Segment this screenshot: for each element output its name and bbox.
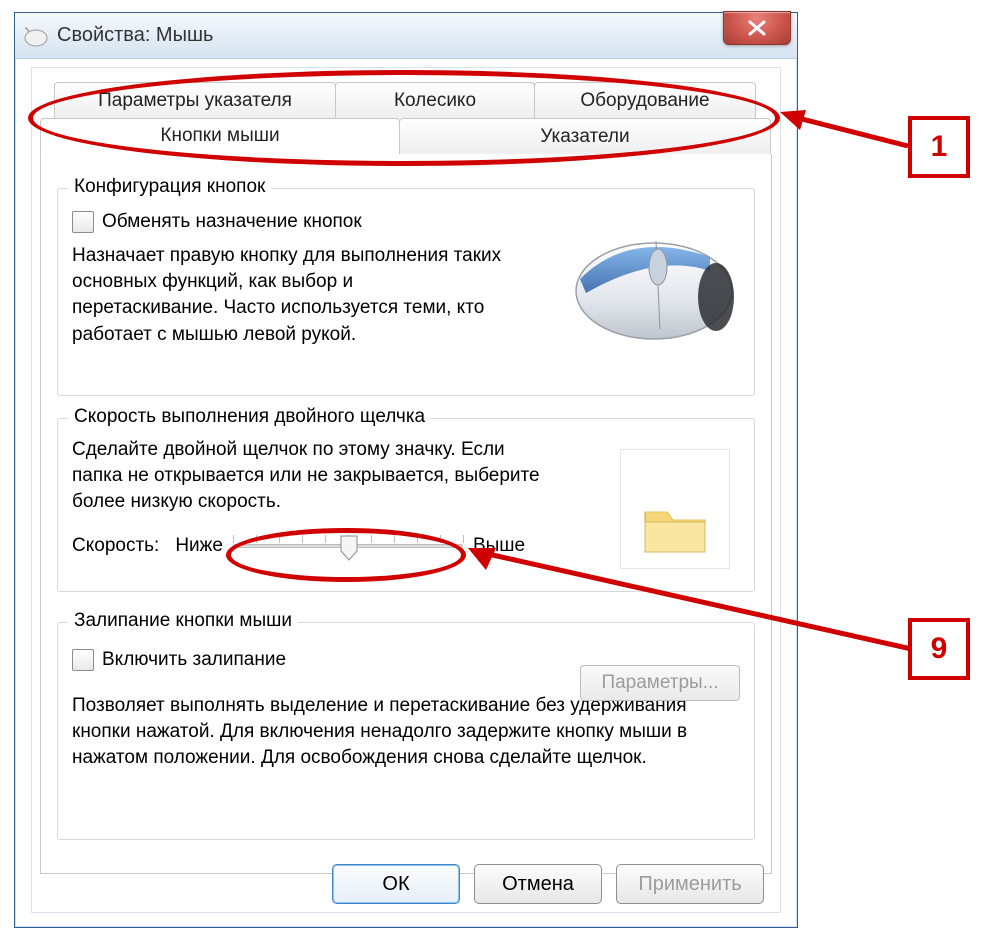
folder-icon: [639, 498, 711, 558]
doubleclick-test-folder[interactable]: [620, 449, 730, 569]
swap-buttons-label: Обменять назначение кнопок: [102, 211, 362, 233]
speed-min-label: Ниже: [175, 535, 223, 557]
mouse-illustration: [560, 201, 744, 351]
group-clicklock-title: Залипание кнопки мыши: [68, 610, 298, 632]
group-doubleclick-speed: Скорость выполнения двойного щелчка Сдел…: [57, 418, 755, 592]
tab-panel-buttons: Конфигурация кнопок Обменять назначение …: [40, 154, 772, 874]
doubleclick-description: Сделайте двойной щелчок по этому значку.…: [72, 437, 542, 516]
swap-buttons-checkbox[interactable]: [72, 211, 94, 233]
close-button[interactable]: [723, 11, 791, 45]
speed-label: Скорость:: [72, 535, 159, 557]
clicklock-description: Позволяет выполнять выделение и перетаск…: [72, 693, 712, 772]
clicklock-checkbox[interactable]: [72, 649, 94, 671]
annotation-callout-1: 1: [908, 116, 970, 178]
apply-button[interactable]: Применить: [616, 864, 764, 904]
tab-strip: Параметры указателя Колесико Оборудовани…: [32, 68, 780, 874]
cancel-button[interactable]: Отмена: [474, 864, 602, 904]
group-doubleclick-title: Скорость выполнения двойного щелчка: [68, 406, 431, 428]
clicklock-label: Включить залипание: [102, 649, 286, 671]
tab-pointers[interactable]: Указатели: [399, 118, 771, 154]
doubleclick-speed-slider[interactable]: [233, 532, 463, 560]
client-area: Параметры указателя Колесико Оборудовани…: [31, 67, 781, 913]
mouse-properties-dialog: Свойства: Мышь Параметры указателя Колес…: [14, 12, 798, 928]
tab-wheel[interactable]: Колесико: [335, 82, 535, 118]
group-clicklock: Залипание кнопки мыши Включить залипание…: [57, 622, 755, 840]
speed-max-label: Выше: [473, 535, 525, 557]
slider-thumb[interactable]: [339, 535, 359, 561]
tab-buttons[interactable]: Кнопки мыши: [40, 118, 400, 154]
group-button-config: Конфигурация кнопок Обменять назначение …: [57, 188, 755, 396]
group-button-config-title: Конфигурация кнопок: [68, 176, 271, 198]
annotation-callout-9: 9: [908, 618, 970, 680]
mouse-icon: [23, 25, 49, 47]
tab-hardware[interactable]: Оборудование: [534, 82, 756, 118]
clicklock-params-button[interactable]: Параметры...: [580, 665, 740, 701]
dialog-action-row: ОК Отмена Применить: [332, 864, 764, 904]
close-icon: [747, 20, 767, 36]
titlebar[interactable]: Свойства: Мышь: [15, 13, 797, 59]
ok-button[interactable]: ОК: [332, 864, 460, 904]
tab-pointer-options[interactable]: Параметры указателя: [54, 82, 336, 118]
window-title: Свойства: Мышь: [57, 24, 213, 47]
swap-buttons-description: Назначает правую кнопку для выполнения т…: [72, 243, 502, 348]
